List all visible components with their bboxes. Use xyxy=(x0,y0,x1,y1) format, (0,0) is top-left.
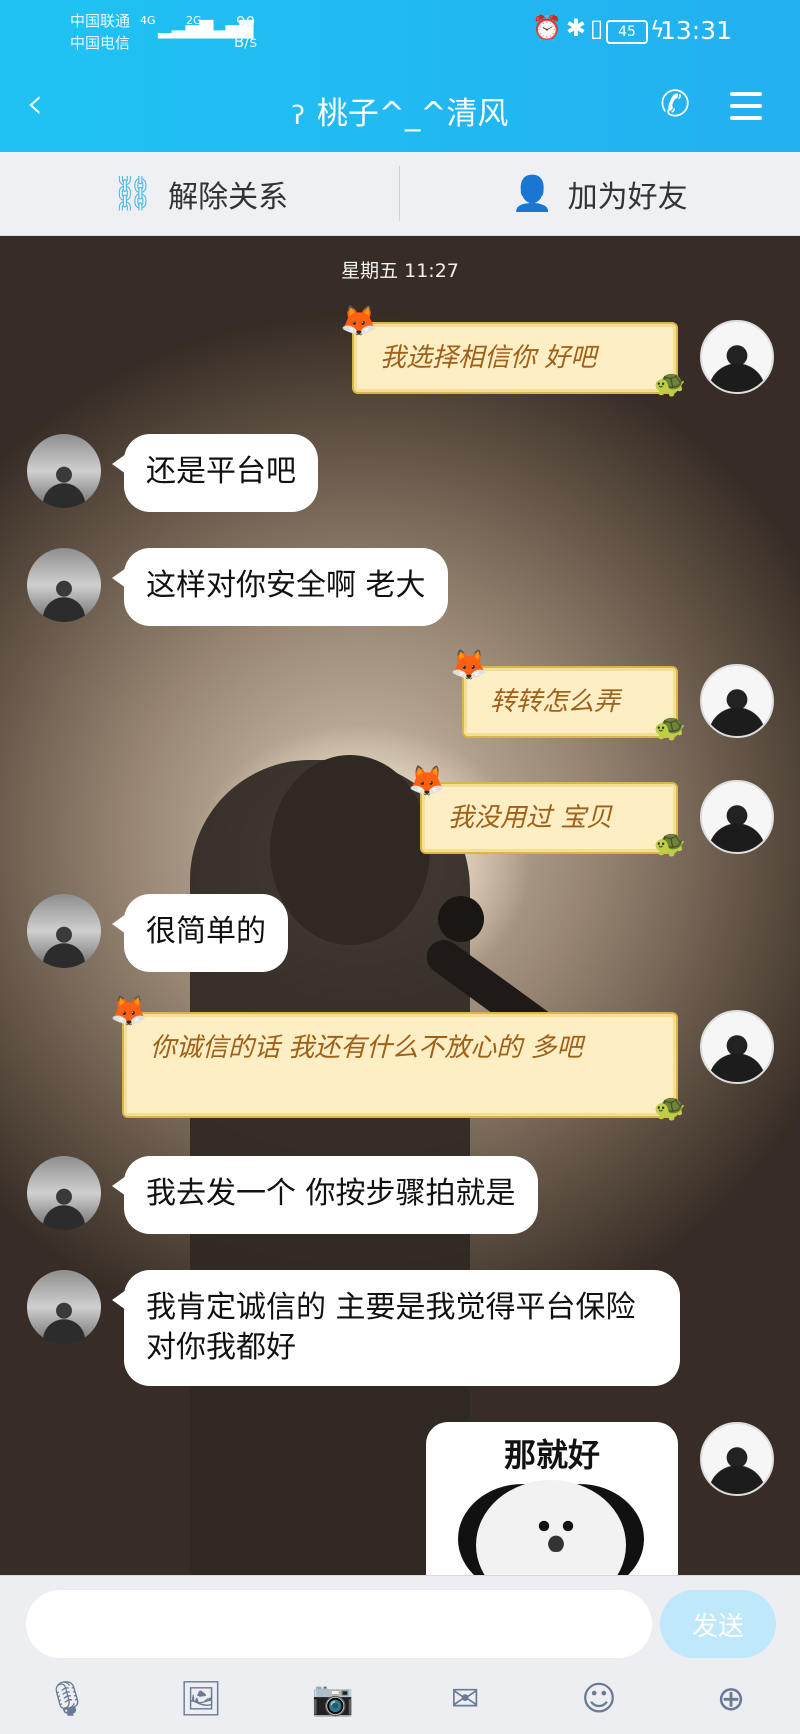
menu-icon[interactable] xyxy=(730,92,762,120)
network-speed: 90 B/s xyxy=(234,12,257,52)
turtle-decoration-icon: 🐢 xyxy=(653,713,686,743)
unlink-label: 解除关系 xyxy=(168,179,289,215)
message-text: 我选择相信你 好吧 xyxy=(380,343,597,373)
unlink-button[interactable]: ⛓ 解除关系 xyxy=(0,152,399,235)
microphone-head xyxy=(438,896,484,942)
add-user-icon: 👤 xyxy=(511,173,554,214)
chat-header: ‹ ʔ 桃子^_^清风 ✆ xyxy=(0,62,800,152)
message-text: 我去发一个 你按步骤拍就是 xyxy=(146,1176,516,1211)
message-text: 你诚信的话 我还有什么不放心的 多吧 xyxy=(150,1033,583,1063)
peer-avatar[interactable] xyxy=(27,548,101,622)
fox-sticker-icon: 🦊 xyxy=(408,764,446,799)
fox-sticker-icon: 🦊 xyxy=(450,648,488,683)
message-input[interactable] xyxy=(26,1590,652,1658)
message-text: 这样对你安全啊 老大 xyxy=(146,568,426,603)
carrier-1: 中国联通 xyxy=(70,12,131,30)
message-text: 我没用过 宝贝 xyxy=(448,803,613,833)
turtle-decoration-icon: 🐢 xyxy=(653,829,686,859)
message-bubble-peer[interactable]: 这样对你安全啊 老大 xyxy=(112,548,448,626)
signal-1-label: 4G xyxy=(140,14,156,27)
message-bubble-self[interactable]: 🦊 我没用过 宝贝 🐢 xyxy=(408,764,686,859)
contact-name: 桃子^_^清风 xyxy=(316,96,509,132)
self-avatar[interactable] xyxy=(700,780,774,854)
carrier-labels: 中国联通 中国电信 xyxy=(70,10,130,54)
message-timestamp: 星期五 11:27 xyxy=(341,260,459,282)
peer-avatar[interactable] xyxy=(27,434,101,508)
message-bubble-peer[interactable]: 我去发一个 你按步骤拍就是 xyxy=(112,1156,538,1234)
message-bubble-self[interactable]: 🦊 转转怎么弄 🐢 xyxy=(450,648,686,743)
message-text: 很简单的 xyxy=(146,914,266,949)
message-text: 我肯定诚信的 主要是我觉得平台保险 对你我都好 xyxy=(146,1290,636,1365)
message-bubble-peer[interactable]: 还是平台吧 xyxy=(112,434,318,512)
camera-icon[interactable]: 📷 xyxy=(308,1676,358,1722)
message-bubble-self[interactable]: 🦊 我选择相信你 好吧 🐢 xyxy=(340,304,686,399)
composer-bar: 发送 🎙 🖼 📷 ✉ ☺ ⊕ xyxy=(0,1575,800,1734)
message-bubble-self[interactable]: 🦊 你诚信的话 我还有什么不放心的 多吧 🐢 xyxy=(110,994,686,1123)
message-text: 转转怎么弄 xyxy=(490,687,621,717)
phone-icon[interactable]: ✆ xyxy=(660,84,690,125)
peer-avatar[interactable] xyxy=(27,1270,101,1344)
ear-icon: ʔ xyxy=(291,101,305,131)
self-avatar[interactable] xyxy=(700,1422,774,1496)
send-button[interactable]: 发送 xyxy=(660,1590,776,1658)
self-avatar[interactable] xyxy=(700,320,774,394)
image-icon[interactable]: 🖼 xyxy=(176,1676,226,1722)
peer-avatar[interactable] xyxy=(27,894,101,968)
add-friend-label: 加为好友 xyxy=(567,179,688,215)
clock: 13:31 xyxy=(659,16,732,45)
sticker-caption: 那就好 xyxy=(503,1436,600,1474)
relationship-action-bar: ⛓ 解除关系 👤 加为好友 xyxy=(0,152,800,236)
turtle-decoration-icon: 🐢 xyxy=(653,369,686,399)
message-text: 还是平台吧 xyxy=(146,454,296,489)
fox-sticker-icon: 🦊 xyxy=(110,994,148,1029)
carrier-2: 中国电信 xyxy=(70,34,131,52)
battery-indicator: 45 xyxy=(606,20,648,44)
self-avatar[interactable] xyxy=(700,1010,774,1084)
alarm-bluetooth-icons: ⏰✱▯ xyxy=(532,14,608,42)
peer-avatar[interactable] xyxy=(27,1156,101,1230)
status-bar: 中国联通 中国电信 4G ▂▃▅▇ 2G ▂▃▅▇ 90 B/s ⏰✱▯ 45 … xyxy=(0,0,800,62)
fox-sticker-icon: 🦊 xyxy=(340,304,378,339)
plus-icon[interactable]: ⊕ xyxy=(706,1676,756,1722)
emoji-icon[interactable]: ☺ xyxy=(574,1676,624,1722)
add-friend-button[interactable]: 👤 加为好友 xyxy=(400,152,799,235)
singer-head xyxy=(270,755,430,945)
microphone-icon[interactable]: 🎙 xyxy=(42,1676,92,1722)
net-speed-unit: B/s xyxy=(234,33,258,51)
self-avatar[interactable] xyxy=(700,664,774,738)
panda-sticker-message[interactable]: 那就好 xyxy=(426,1422,678,1582)
turtle-decoration-icon: 🐢 xyxy=(653,1093,686,1123)
link-icon: ⛓ xyxy=(110,173,155,214)
red-packet-icon[interactable]: ✉ xyxy=(440,1676,490,1722)
net-speed-value: 90 xyxy=(236,13,256,31)
panda-expression xyxy=(526,1512,586,1552)
message-bubble-peer[interactable]: 很简单的 xyxy=(112,894,288,972)
message-bubble-peer[interactable]: 我肯定诚信的 主要是我觉得平台保险 对你我都好 xyxy=(112,1270,680,1386)
